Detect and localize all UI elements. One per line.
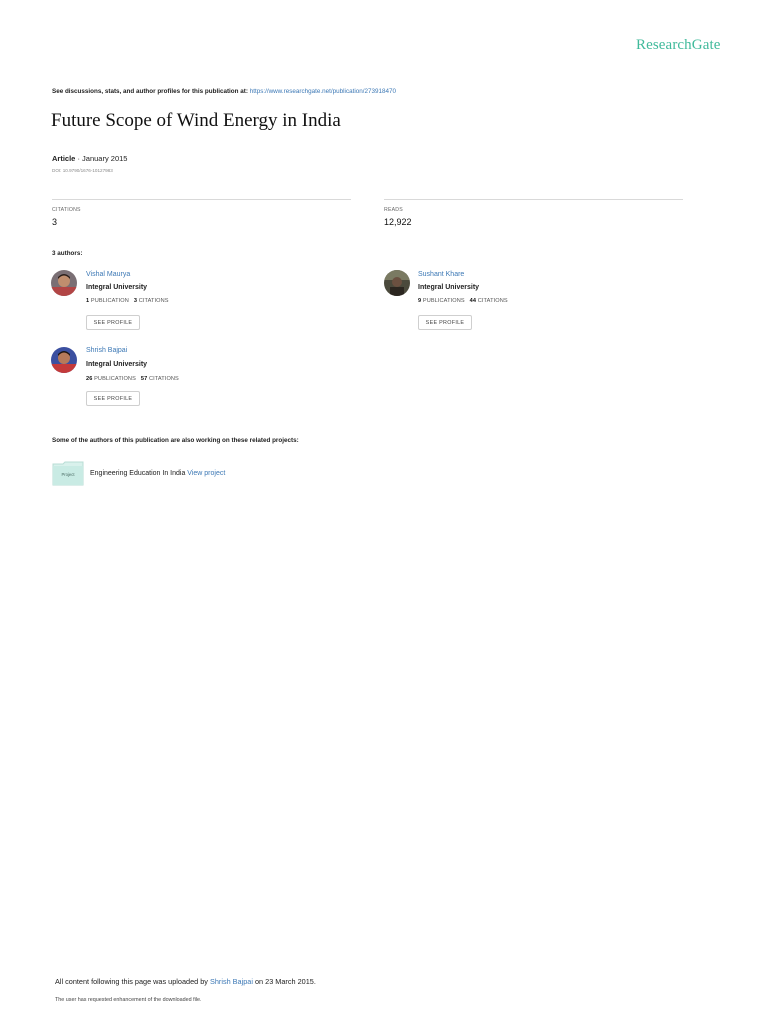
author-name-link[interactable]: Vishal Maurya bbox=[86, 271, 130, 278]
citations-count: 3 bbox=[133, 298, 138, 304]
see-profile-button[interactable]: SEE PROFILE bbox=[418, 315, 472, 330]
citations-divider bbox=[52, 199, 351, 200]
upload-info: All content following this page was uplo… bbox=[55, 977, 316, 986]
author-institution: Integral University bbox=[418, 284, 480, 291]
author-name-link[interactable]: Sushant Khare bbox=[418, 271, 464, 278]
project-name: Engineering Education In India bbox=[90, 470, 188, 477]
citations-label: CITATIONS bbox=[52, 207, 81, 213]
download-note: The user has requested enhancement of th… bbox=[55, 997, 202, 1003]
reads-label: READS bbox=[384, 207, 403, 213]
avatar-photo-icon bbox=[51, 347, 77, 373]
author-institution: Integral University bbox=[86, 284, 148, 291]
upload-suffix: on 23 March 2015. bbox=[252, 977, 316, 986]
publications-label: PUBLICATIONS bbox=[94, 376, 136, 382]
citations-label: CITATIONS bbox=[477, 298, 508, 304]
author-stats: 9 PUBLICATIONS 44 CITATIONS bbox=[418, 298, 508, 304]
publication-doi: DOI: 10.9790/1676-10127983 bbox=[52, 168, 113, 173]
publications-count: 9 bbox=[418, 298, 422, 304]
publications-count: 26 bbox=[86, 376, 93, 382]
author-avatar[interactable] bbox=[51, 347, 77, 373]
author-institution: Integral University bbox=[86, 361, 148, 368]
publication-date: · January 2015 bbox=[77, 154, 128, 163]
related-project-item: Engineering Education In India View proj… bbox=[90, 470, 225, 477]
discussion-prefix: See discussions, stats, and author profi… bbox=[52, 88, 250, 95]
reads-value: 12,922 bbox=[384, 217, 412, 227]
publications-label: PUBLICATION bbox=[90, 298, 129, 304]
project-folder-icon[interactable]: Project bbox=[52, 461, 84, 486]
avatar-photo-icon bbox=[51, 270, 77, 296]
publication-meta: Article · January 2015 bbox=[52, 154, 127, 163]
researchgate-logo[interactable]: ResearchGate bbox=[636, 37, 720, 54]
project-icon-label: Project bbox=[61, 472, 75, 477]
citations-label: CITATIONS bbox=[148, 376, 179, 382]
author-avatar[interactable] bbox=[51, 270, 77, 296]
uploader-link[interactable]: Shrish Bajpai bbox=[210, 977, 253, 986]
see-profile-button[interactable]: SEE PROFILE bbox=[86, 315, 140, 330]
citations-count: 44 bbox=[469, 298, 477, 304]
publications-count: 1 bbox=[86, 298, 90, 304]
avatar-photo-icon bbox=[384, 270, 410, 296]
citations-value: 3 bbox=[52, 217, 58, 227]
author-name-link[interactable]: Shrish Bajpai bbox=[86, 347, 127, 354]
author-stats: 1 PUBLICATION 3 CITATIONS bbox=[86, 298, 169, 304]
publication-url-link[interactable]: https://www.researchgate.net/publication… bbox=[250, 88, 396, 95]
author-stats: 26 PUBLICATIONS 57 CITATIONS bbox=[86, 376, 179, 382]
citations-count: 57 bbox=[140, 376, 148, 382]
reads-divider bbox=[384, 199, 683, 200]
publications-label: PUBLICATIONS bbox=[422, 298, 465, 304]
upload-prefix: All content following this page was uplo… bbox=[55, 977, 210, 986]
discussion-line: See discussions, stats, and author profi… bbox=[52, 88, 396, 95]
publication-type: Article bbox=[52, 154, 76, 163]
related-projects-heading: Some of the authors of this publication … bbox=[52, 437, 299, 444]
publication-title: Future Scope of Wind Energy in India bbox=[51, 110, 341, 131]
citations-label: CITATIONS bbox=[138, 298, 169, 304]
view-project-link[interactable]: View project bbox=[187, 470, 225, 477]
author-avatar[interactable] bbox=[384, 270, 410, 296]
see-profile-button[interactable]: SEE PROFILE bbox=[86, 391, 140, 406]
authors-heading: 3 authors: bbox=[52, 250, 83, 257]
